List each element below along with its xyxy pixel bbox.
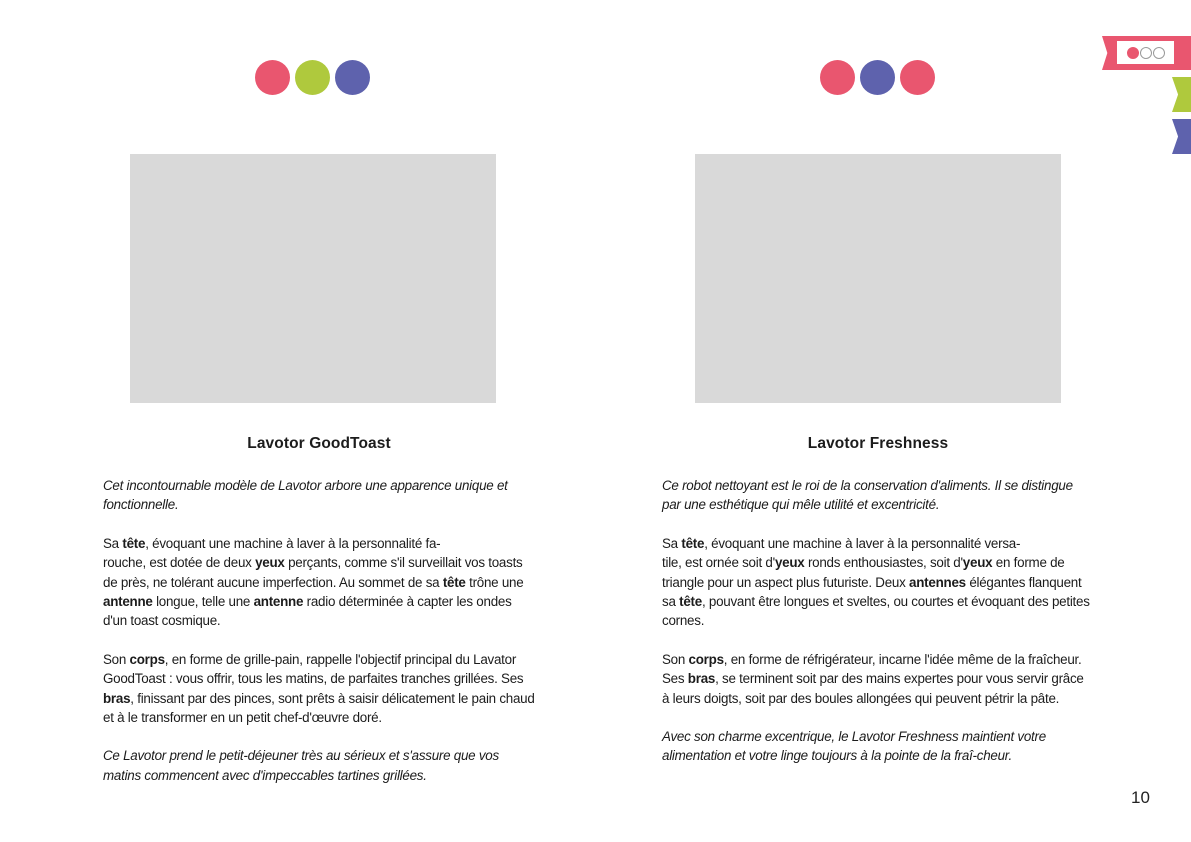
bold-keyword: tête (681, 535, 705, 551)
right-title: Lavotor Freshness (807, 435, 949, 452)
right-intro: Ce robot nettoyant est le roi de la cons… (662, 478, 1073, 513)
right-outro: Avec son charme excentrique, le Lavotor … (662, 729, 1046, 764)
indicator-dot-3 (1152, 46, 1165, 59)
right-dots (820, 60, 935, 96)
right-image-placeholder (695, 154, 1061, 403)
bold-keyword: antennes (909, 574, 966, 590)
indicator-dot-2 (1139, 46, 1152, 59)
page-number: 10 (1131, 788, 1150, 807)
section-tab-green[interactable] (1172, 77, 1191, 112)
bold-keyword: tête (442, 574, 466, 590)
bold-keyword: antenne (103, 594, 153, 610)
left-column: Lavotor GoodToast Cet incontournable mod… (103, 434, 535, 804)
bold-keyword: yeux (255, 555, 285, 571)
left-dots (255, 60, 370, 96)
section-tab-indicator (1117, 41, 1174, 64)
bold-keyword: bras (103, 690, 131, 706)
right-dot-1 (820, 60, 855, 95)
right-paragraph-2: Son corps, en forme de réfrigérateur, in… (662, 651, 1084, 706)
bold-keyword: corps (129, 651, 165, 667)
left-dot-3 (335, 60, 370, 95)
bold-keyword: yeux (962, 555, 993, 571)
right-dot-2 (860, 60, 895, 95)
bold-keyword: corps (688, 651, 724, 667)
indicator-dot-1 (1126, 46, 1139, 59)
section-tab-purple[interactable] (1172, 119, 1191, 154)
left-intro: Cet incontournable modèle de Lavotor arb… (103, 478, 508, 513)
left-paragraph-1: Sa tête, évoquant une machine à laver à … (103, 535, 524, 629)
bold-keyword: bras (687, 671, 716, 687)
left-dot-2 (295, 60, 330, 95)
left-title: Lavotor GoodToast (247, 435, 391, 452)
right-column: Lavotor Freshness Ce robot nettoyant est… (662, 434, 1094, 785)
bold-keyword: yeux (774, 555, 805, 571)
left-image-placeholder (130, 154, 496, 403)
right-paragraph-1: Sa tête, évoquant une machine à laver à … (662, 535, 1090, 629)
bold-keyword: antenne (253, 594, 304, 610)
left-dot-1 (255, 60, 290, 95)
bold-keyword: tête (122, 535, 146, 551)
right-dot-3 (900, 60, 935, 95)
left-paragraph-2: Son corps, en forme de grille-pain, rapp… (103, 651, 535, 726)
bold-keyword: tête (679, 594, 702, 610)
left-outro: Ce Lavotor prend le petit-déjeuner très … (103, 748, 499, 783)
